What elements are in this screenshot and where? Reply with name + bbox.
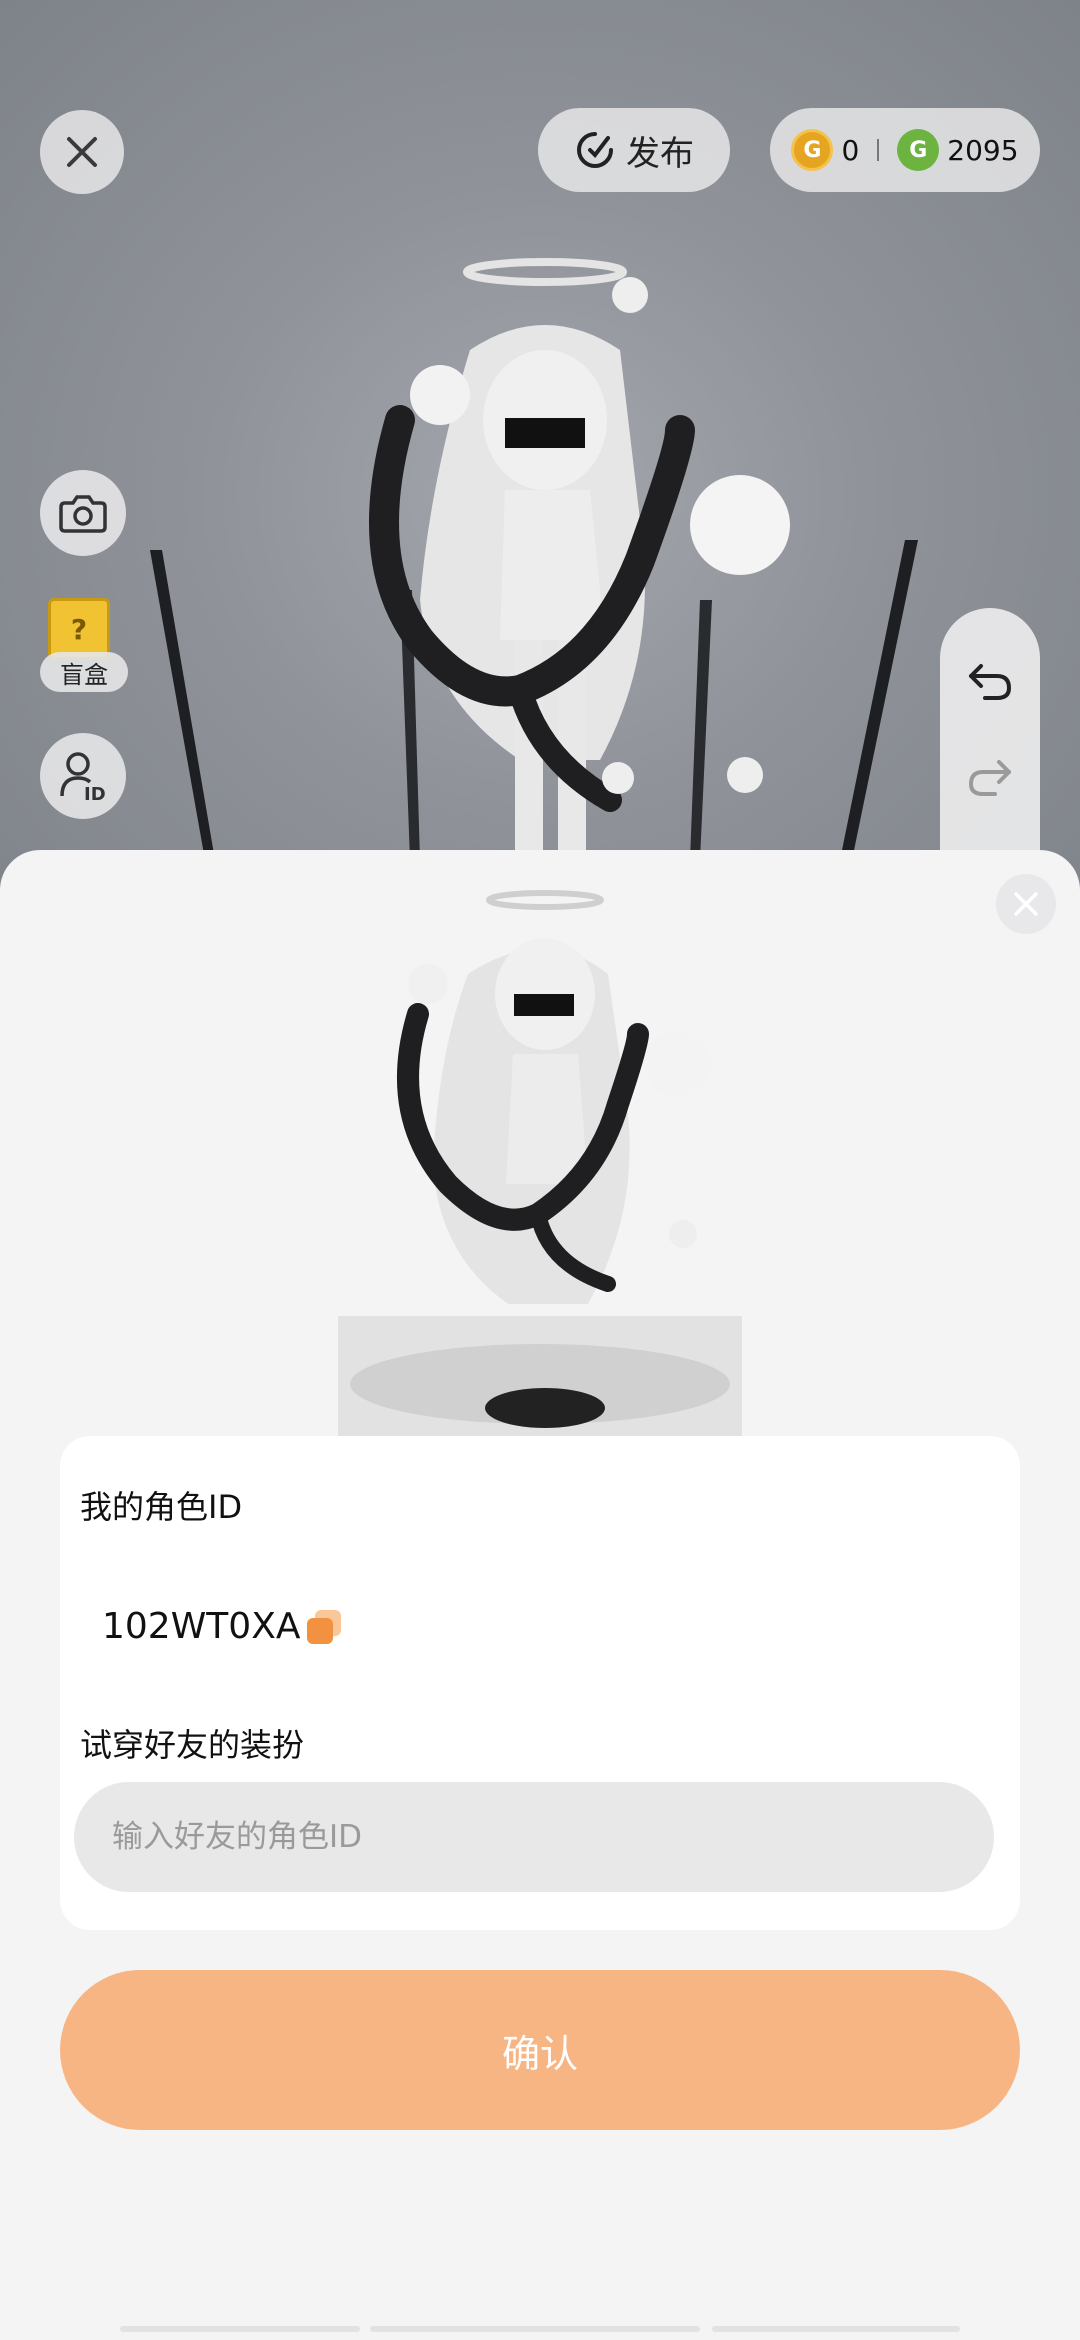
camera-button[interactable]	[40, 470, 126, 556]
currency-display[interactable]: G 0 G 2095	[770, 108, 1040, 192]
nav-indicator-center	[370, 2326, 700, 2332]
close-icon	[67, 137, 97, 167]
redo-button[interactable]	[960, 748, 1020, 808]
my-id-row: 102WT0XA	[102, 1606, 341, 1647]
copy-icon[interactable]	[306, 1609, 341, 1644]
undo-button[interactable]	[960, 652, 1020, 712]
nav-indicator-left	[120, 2326, 360, 2332]
friend-id-field[interactable]	[74, 1782, 994, 1892]
sheet-close-button[interactable]	[996, 874, 1056, 934]
confirm-button[interactable]: 确认	[60, 1970, 1020, 2130]
blindbox-icon: ?	[48, 598, 110, 660]
green-coin-icon: G	[897, 129, 940, 171]
blindbox-label: 盲盒	[40, 652, 128, 692]
friend-id-input[interactable]	[74, 1782, 994, 1892]
redo-icon	[968, 760, 1011, 796]
close-button[interactable]	[40, 110, 124, 194]
blindbox-button[interactable]: ? 盲盒	[40, 598, 130, 694]
try-on-label: 试穿好友的装扮	[80, 1726, 305, 1764]
publish-label: 发布	[626, 133, 694, 174]
gold-coin-icon: G	[791, 129, 834, 171]
svg-text:ID: ID	[84, 784, 106, 802]
character-id-card: 我的角色ID 102WT0XA 试穿好友的装扮	[60, 1436, 1020, 1930]
undo-icon	[969, 664, 1012, 700]
my-id-value: 102WT0XA	[102, 1606, 301, 1647]
character-id-icon: ID	[60, 752, 106, 802]
publish-icon	[577, 132, 613, 168]
avatar-scene[interactable]: 发布 G 0 G 2095 ? 盲盒 ID	[0, 0, 1080, 900]
publish-button[interactable]: 发布	[538, 108, 730, 192]
avatar-preview-image	[338, 890, 742, 1436]
camera-icon	[59, 495, 107, 533]
character-id-button[interactable]: ID	[40, 733, 126, 819]
nav-indicator-right	[712, 2326, 960, 2332]
my-id-label: 我的角色ID	[80, 1488, 243, 1526]
close-icon	[1014, 892, 1038, 916]
green-coin-value: 2095	[947, 133, 1019, 167]
currency-divider	[877, 139, 880, 161]
gold-coin-value: 0	[841, 133, 860, 167]
